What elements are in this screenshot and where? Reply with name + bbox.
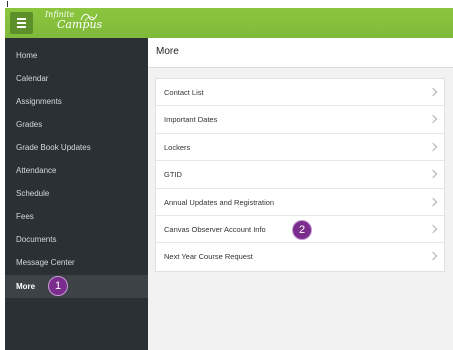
list-item-important-dates[interactable]: Important Dates <box>156 106 444 134</box>
sidebar-item-label: Schedule <box>16 189 50 198</box>
sidebar-item-label: Fees <box>16 212 34 221</box>
list-item-contact-list[interactable]: Contact List <box>156 79 444 107</box>
sidebar-item-assignments[interactable]: Assignments <box>5 90 148 113</box>
sidebar-item-fees[interactable]: Fees <box>5 205 148 228</box>
hamburger-menu-icon[interactable] <box>10 12 33 34</box>
list-item-label: Next Year Course Request <box>164 252 253 262</box>
screenshot-frame: Infinite Campus Home Calendar Assignment… <box>0 0 453 350</box>
sidebar-item-message-center[interactable]: Message Center <box>5 251 148 274</box>
list-item-label: Contact List <box>164 88 204 97</box>
campus-logo-swirl-icon <box>80 13 98 22</box>
sidebar-item-label: Attendance <box>16 166 57 175</box>
sidebar-item-label: Home <box>16 51 38 60</box>
page-title: More <box>156 46 179 57</box>
annotation-badge-2: 2 <box>292 220 312 240</box>
sidebar-item-home[interactable]: Home <box>5 44 148 67</box>
text-cursor-mark <box>7 1 8 7</box>
sidebar-nav: Home Calendar Assignments Grades Grade B… <box>5 38 148 350</box>
sidebar-item-label: Message Center <box>16 258 75 267</box>
more-list: Contact List Important Dates Lockers GTI… <box>155 78 445 272</box>
sidebar-item-schedule[interactable]: Schedule <box>5 182 148 205</box>
chevron-right-icon <box>428 252 438 261</box>
chevron-right-icon <box>428 87 438 97</box>
sidebar-item-more[interactable]: More <box>5 275 148 298</box>
sidebar-item-calendar[interactable]: Calendar <box>5 67 148 90</box>
list-item-gtid[interactable]: GTID <box>156 161 444 189</box>
chevron-right-icon <box>428 197 438 206</box>
sidebar-item-documents[interactable]: Documents <box>5 228 148 251</box>
sidebar-item-label: Documents <box>16 235 57 244</box>
sidebar-item-label: Grades <box>16 120 43 129</box>
sidebar-item-grade-book-updates[interactable]: Grade Book Updates <box>5 136 148 159</box>
list-item-label: Important Dates <box>164 115 218 125</box>
list-item-label: GTID <box>164 170 182 180</box>
chevron-right-icon <box>428 224 438 234</box>
page-header: More <box>148 38 453 68</box>
sidebar-item-label: More <box>16 282 36 291</box>
sidebar-item-label: Assignments <box>16 97 62 106</box>
chevron-right-icon <box>428 169 438 179</box>
list-item-annual-updates[interactable]: Annual Updates and Registration <box>156 189 444 216</box>
list-item-lockers[interactable]: Lockers <box>156 134 444 162</box>
chevron-right-icon <box>428 115 438 124</box>
annotation-badge-1: 1 <box>48 276 68 296</box>
list-item-label: Canvas Observer Account Info <box>164 224 266 234</box>
infinite-campus-logo[interactable]: Infinite Campus <box>45 11 102 31</box>
sidebar-item-label: Grade Book Updates <box>16 143 91 152</box>
list-item-label: Annual Updates and Registration <box>164 197 275 207</box>
list-item-next-year-course-request[interactable]: Next Year Course Request <box>156 243 444 270</box>
main-content: More Contact List Important Dates Locker… <box>148 38 453 350</box>
sidebar-item-attendance[interactable]: Attendance <box>5 159 148 182</box>
top-bar: Infinite Campus <box>5 8 453 38</box>
list-item-label: Lockers <box>164 142 191 152</box>
sidebar-item-grades[interactable]: Grades <box>5 113 148 136</box>
sidebar-item-label: Calendar <box>16 74 49 83</box>
chevron-right-icon <box>428 142 438 152</box>
